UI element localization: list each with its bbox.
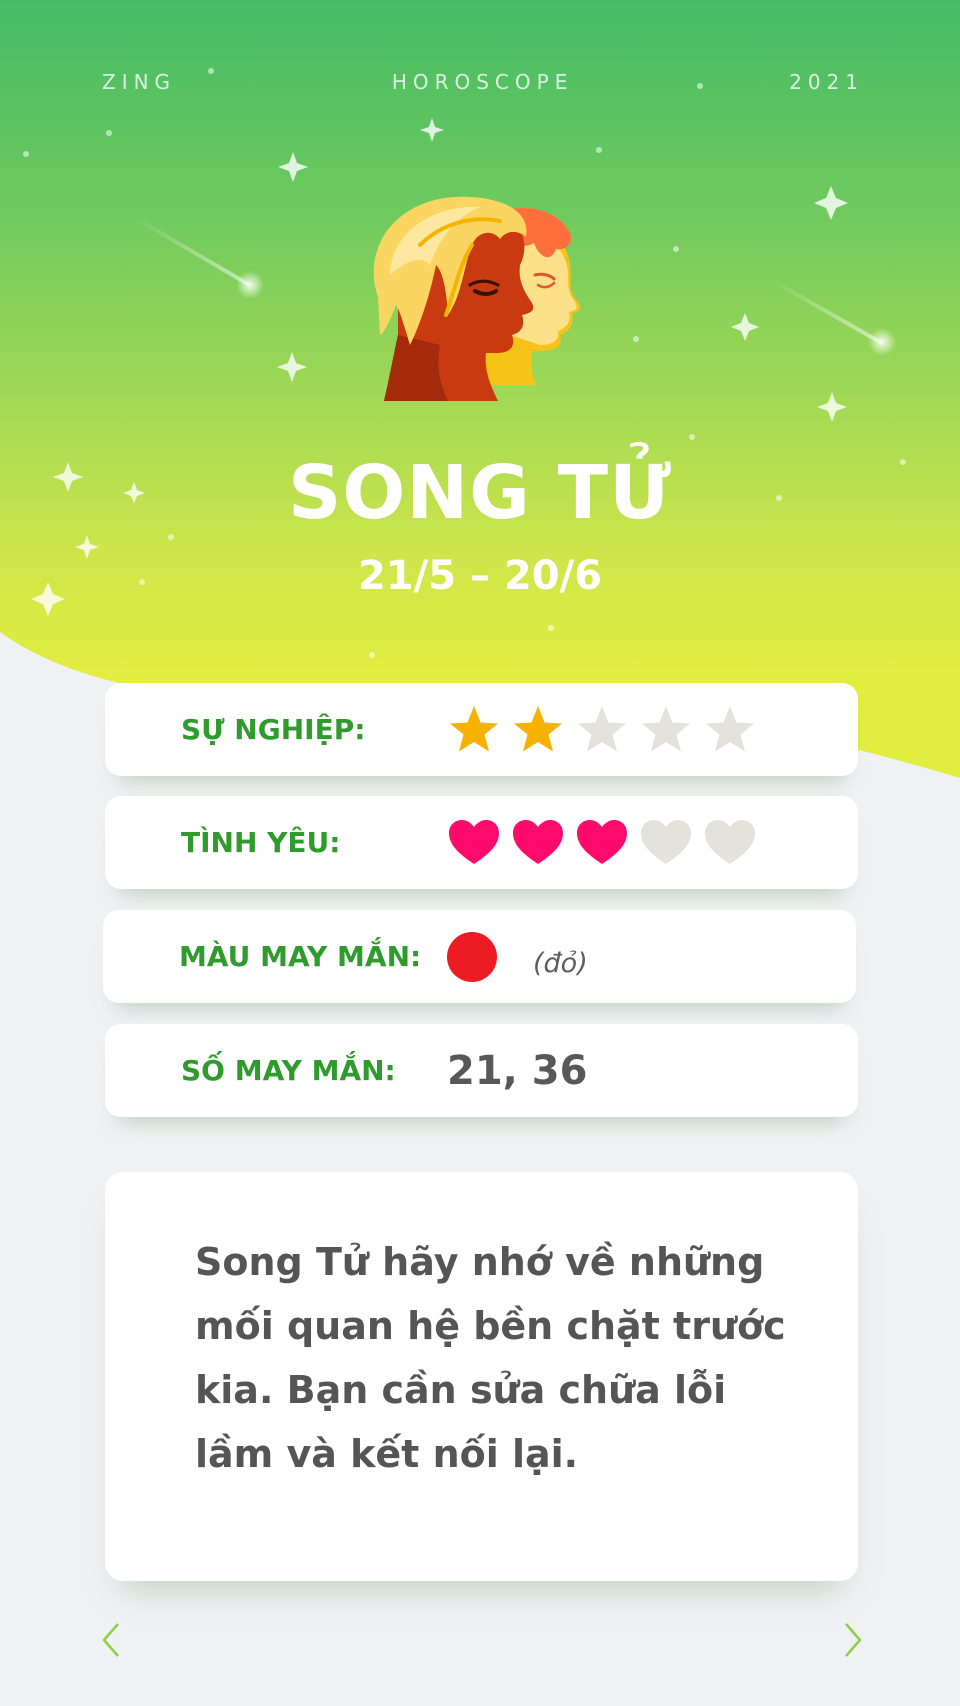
career-rating	[447, 683, 757, 776]
star-icon-empty	[706, 705, 754, 751]
year-label: 2021	[789, 70, 864, 94]
love-label: TÌNH YÊU:	[181, 826, 341, 859]
lucky-number-value: 21, 36	[447, 1047, 588, 1094]
lucky-color-value: (đỏ)	[447, 910, 588, 1003]
lucky-color-card: MÀU MAY MẮN: (đỏ)	[103, 910, 856, 1003]
next-button[interactable]	[836, 1620, 866, 1660]
love-card: TÌNH YÊU:	[105, 796, 858, 889]
heart-icon-filled	[449, 819, 499, 864]
description-text: Song Tử hãy nhớ về những mối quan hệ bền…	[195, 1240, 786, 1476]
prev-button[interactable]	[98, 1620, 128, 1660]
gemini-twins-icon	[373, 196, 581, 401]
star-icon-filled	[514, 705, 562, 751]
lucky-color-swatch	[447, 931, 497, 982]
section-label: HOROSCOPE	[391, 70, 574, 94]
lucky-number-label: SỐ MAY MẮN:	[181, 1054, 396, 1087]
lucky-color-name: (đỏ)	[533, 948, 588, 979]
lucky-number-card: SỐ MAY MẮN: 21, 36	[105, 1024, 858, 1117]
heart-icon-empty	[705, 819, 755, 864]
star-icon-empty	[578, 705, 626, 751]
description-card: Song Tử hãy nhớ về những mối quan hệ bền…	[105, 1172, 858, 1581]
top-bar: ZING HOROSCOPE 2021	[102, 70, 864, 94]
heart-icon-empty	[641, 819, 691, 864]
brand-label: ZING	[102, 70, 177, 94]
star-icon-filled	[450, 705, 498, 751]
love-rating	[447, 796, 757, 889]
career-label: SỰ NGHIỆP:	[181, 713, 366, 746]
chevron-right-icon	[845, 1623, 862, 1657]
sign-title: SONG TỬ	[288, 450, 672, 536]
sign-dates: 21/5 – 20/6	[357, 553, 603, 599]
heart-icon-filled	[577, 819, 627, 864]
chevron-left-icon	[102, 1623, 119, 1657]
star-icon-empty	[642, 705, 690, 751]
career-card: SỰ NGHIỆP:	[105, 683, 858, 776]
heart-icon-filled	[513, 819, 563, 864]
lucky-color-label: MÀU MAY MẮN:	[179, 940, 422, 973]
